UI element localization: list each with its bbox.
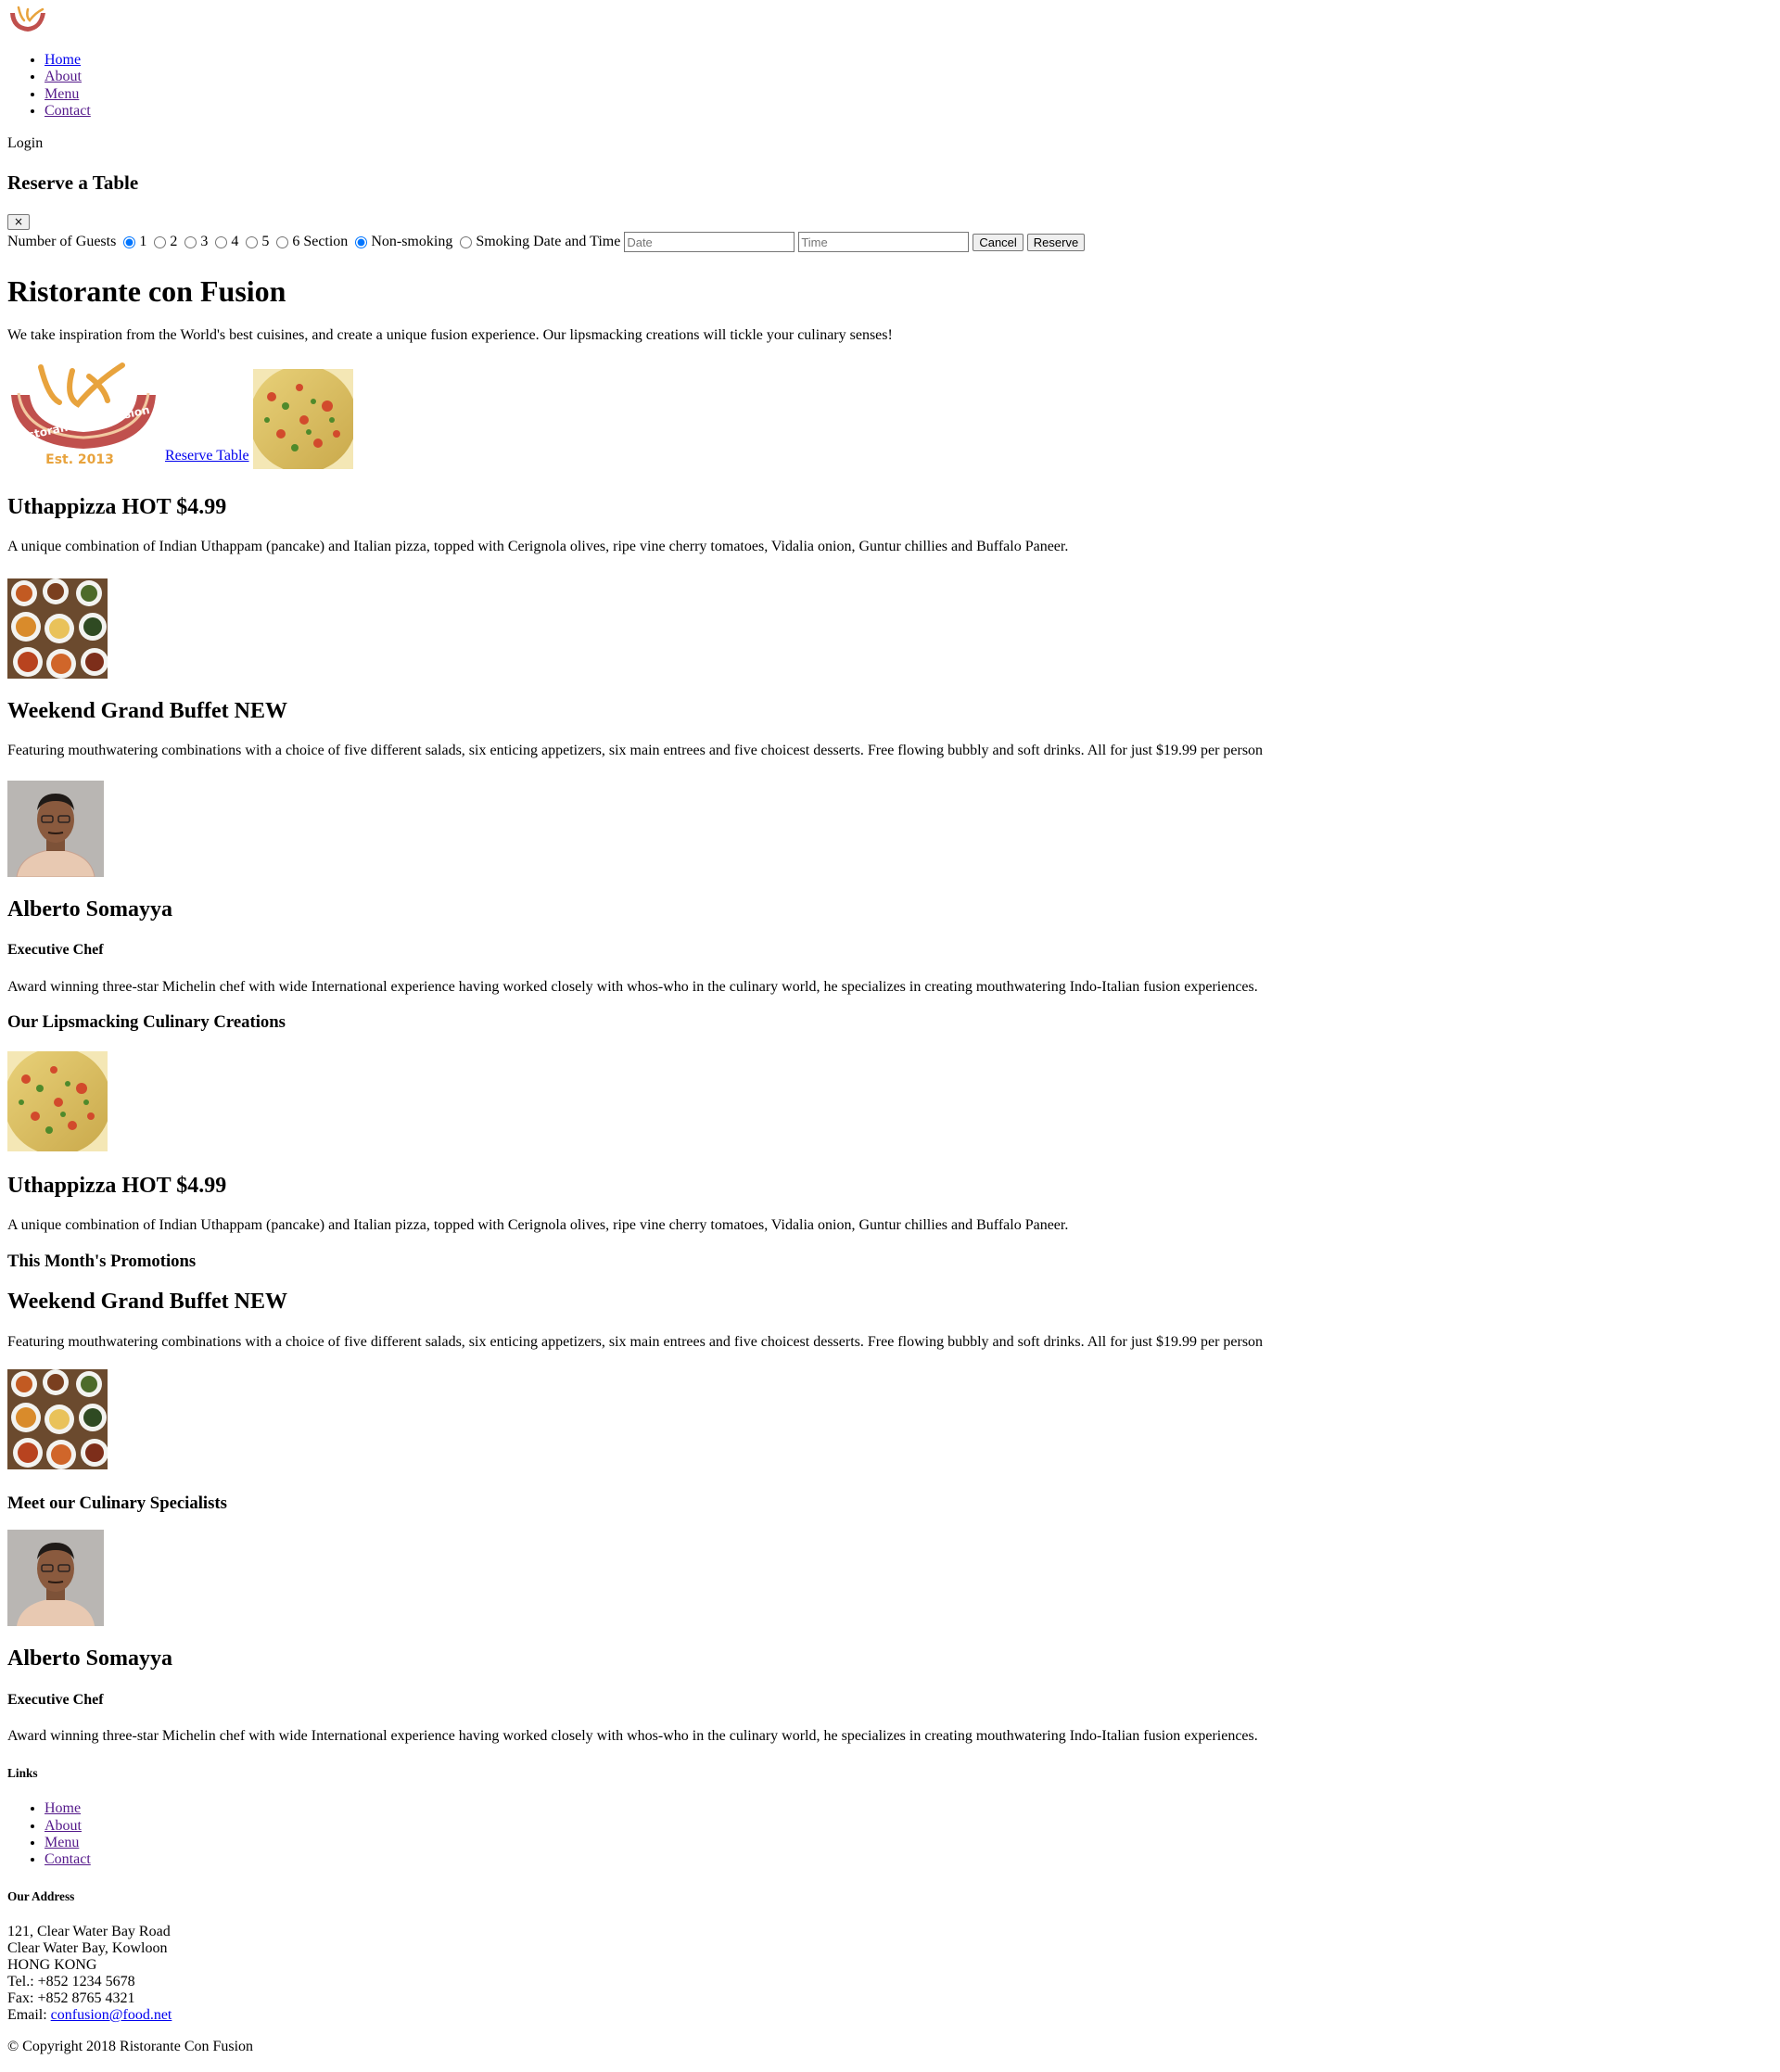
jumbotron-media: Ristorante con Fusion Est. 2013 Reserve … (7, 360, 1773, 469)
restaurant-title: Ristorante con Fusion (7, 274, 286, 309)
promotion-description: Featuring mouthwatering combinations wit… (7, 1333, 1264, 1350)
time-input[interactable] (798, 232, 970, 253)
featured-leader-designation: Executive Chef (7, 942, 104, 959)
specialist-designation: Executive Chef (7, 1692, 104, 1709)
uthappizza-image (252, 368, 353, 469)
cancel-button[interactable]: Cancel (973, 233, 1024, 251)
section-radio-nonsmoking[interactable] (355, 235, 368, 248)
reserve-form: Number of Guests 1 2 3 4 5 6 Section Non… (7, 232, 1773, 253)
footer-link-home[interactable]: Home (44, 1800, 81, 1816)
main-nav: Home About Menu Contact (7, 52, 1773, 121)
footer-copyright: © Copyright 2018 Ristorante Con Fusion (7, 2038, 254, 2054)
buffet-image (7, 578, 108, 679)
footer-email-label: Email: (7, 2006, 47, 2023)
promotion-image (7, 1368, 108, 1469)
section-radio-smoking[interactable] (460, 235, 473, 248)
address-line: 121, Clear Water Bay Road (7, 1923, 171, 1939)
nav-link-menu[interactable]: Menu (44, 86, 79, 102)
section-label: Section (303, 234, 349, 250)
footer-email-row: Email: confusion@food.net (7, 2007, 1773, 2024)
specialist-name: Alberto Somayya (7, 1646, 172, 1672)
guest-radio-4[interactable] (215, 235, 228, 248)
restaurant-description: We take inspiration from the World's bes… (7, 327, 893, 344)
guest-option-label: 3 (200, 234, 209, 250)
footer-email-link[interactable]: confusion@food.net (51, 2007, 172, 2023)
footer-fax: Fax: +852 8765 4321 (7, 1989, 135, 2006)
creation-dish-description: A unique combination of Indian Uthappam … (7, 1217, 1069, 1234)
specialist-description: Award winning three-star Michelin chef w… (7, 1728, 1258, 1745)
guest-option-label: 2 (170, 234, 178, 250)
logo-est: Est. 2013 (45, 452, 114, 467)
featured-leader-name: Alberto Somayya (7, 896, 172, 922)
nav-item-contact: Contact (44, 103, 1773, 120)
section-option-label: Smoking (476, 234, 530, 250)
footer-links-heading: Links (7, 1765, 38, 1780)
section-option-label: Non-smoking (371, 234, 453, 250)
datetime-label: Date and Time (533, 234, 621, 250)
address-line: HONG KONG (7, 1956, 97, 1973)
restaurant-logo-large: Ristorante con Fusion Est. 2013 (11, 362, 156, 467)
creation-dish-image (7, 1050, 108, 1151)
footer-link-menu[interactable]: Menu (44, 1835, 79, 1850)
footer-item-contact: Contact (44, 1851, 1773, 1868)
featured-promo-description: Featuring mouthwatering combinations wit… (7, 743, 1264, 759)
featured-leader-description: Award winning three-star Michelin chef w… (7, 978, 1258, 995)
footer-address-heading: Our Address (7, 1888, 75, 1903)
reserve-modal-title: Reserve a Table (7, 171, 139, 194)
guest-option-label: 4 (231, 234, 239, 250)
close-modal-button[interactable]: × (7, 214, 31, 231)
address-line: Clear Water Bay, Kowloon (7, 1939, 168, 1956)
reserve-button[interactable]: Reserve (1026, 233, 1086, 251)
guest-radio-2[interactable] (154, 235, 167, 248)
footer-link-contact[interactable]: Contact (44, 1851, 91, 1867)
chef-image (7, 780, 104, 877)
footer-link-about[interactable]: About (44, 1818, 82, 1834)
footer-address: 121, Clear Water Bay Road Clear Water Ba… (7, 1924, 1773, 2024)
specialist-image (7, 1530, 104, 1627)
footer-item-home: Home (44, 1800, 1773, 1817)
guest-radio-6[interactable] (276, 235, 289, 248)
footer-links: Home About Menu Contact (7, 1800, 1773, 1869)
nav-link-home[interactable]: Home (44, 52, 81, 68)
guest-radio-5[interactable] (246, 235, 259, 248)
guest-radio-3[interactable] (184, 235, 197, 248)
section-creations-heading: Our Lipsmacking Culinary Creations (7, 1012, 286, 1033)
restaurant-logo-icon[interactable] (7, 4, 48, 37)
reserve-table-link[interactable]: Reserve Table (165, 448, 249, 464)
guest-option-label: 6 (292, 234, 300, 250)
footer-item-about: About (44, 1818, 1773, 1835)
featured-dish-title: Uthappizza HOT $4.99 (7, 494, 227, 519)
footer-tel: Tel.: +852 1234 5678 (7, 1973, 135, 1989)
featured-promo-title: Weekend Grand Buffet NEW (7, 698, 288, 723)
creation-dish-title: Uthappizza HOT $4.99 (7, 1173, 227, 1198)
guest-radio-1[interactable] (123, 235, 136, 248)
nav-item-home: Home (44, 52, 1773, 69)
date-input[interactable] (624, 232, 795, 253)
featured-dish-description: A unique combination of Indian Uthappam … (7, 539, 1069, 555)
section-specialists-heading: Meet our Culinary Specialists (7, 1493, 227, 1513)
nav-link-contact[interactable]: Contact (44, 103, 91, 119)
guest-option-label: 5 (261, 234, 270, 250)
section-promotions-heading: This Month's Promotions (7, 1251, 197, 1271)
nav-item-about: About (44, 69, 1773, 85)
promotion-title: Weekend Grand Buffet NEW (7, 1290, 288, 1314)
login-link[interactable]: Login (7, 135, 1773, 152)
nav-item-menu: Menu (44, 86, 1773, 103)
guest-option-label: 1 (139, 234, 147, 250)
footer-item-menu: Menu (44, 1835, 1773, 1851)
guests-label: Number of Guests (7, 234, 117, 250)
nav-link-about[interactable]: About (44, 69, 82, 84)
